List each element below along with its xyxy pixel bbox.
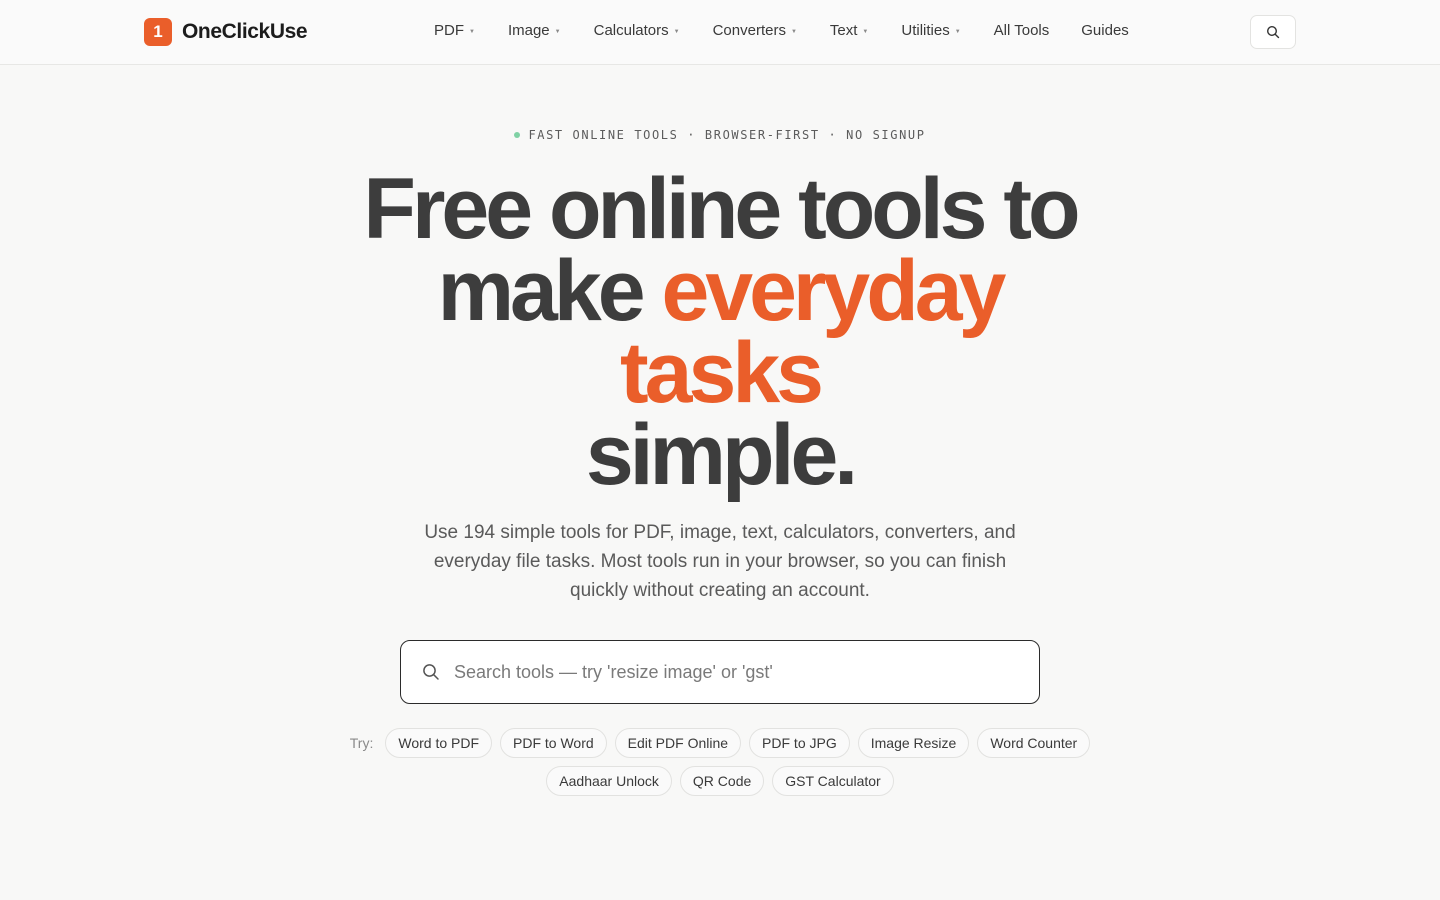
- chip-word-to-pdf[interactable]: Word to PDF: [385, 728, 493, 758]
- nav-item-utilities[interactable]: Utilities ▼: [901, 22, 960, 39]
- main-nav: PDF ▼ Image ▼ Calculators ▼ Converters ▼…: [434, 22, 1129, 39]
- nav-label: Text: [829, 22, 858, 39]
- nav-item-converters[interactable]: Converters ▼: [713, 22, 797, 39]
- brand-name: OneClickUse: [182, 20, 308, 43]
- hero-eyebrow: FAST ONLINE TOOLS · BROWSER-FIRST · NO S…: [0, 128, 1440, 142]
- nav-label: Utilities: [901, 22, 950, 39]
- chip-aadhaar-unlock[interactable]: Aadhaar Unlock: [546, 766, 672, 796]
- caret-down-icon: ▼: [554, 28, 561, 35]
- headline-line-3: tasks: [620, 325, 824, 421]
- header-search-button[interactable]: [1250, 15, 1296, 49]
- chip-edit-pdf-online[interactable]: Edit PDF Online: [614, 728, 742, 758]
- nav-item-image[interactable]: Image ▼: [508, 22, 561, 39]
- nav-label: Calculators: [593, 22, 669, 39]
- try-chips-row-1: Try: Word to PDF PDF to Word Edit PDF On…: [0, 728, 1440, 758]
- nav-item-all-tools[interactable]: All Tools: [994, 22, 1050, 39]
- caret-down-icon: ▼: [862, 28, 869, 35]
- chip-word-counter[interactable]: Word Counter: [977, 728, 1091, 758]
- chip-pdf-to-word[interactable]: PDF to Word: [500, 728, 607, 758]
- logo-mark: 1: [144, 18, 172, 46]
- try-chips-row-2: Aadhaar Unlock QR Code GST Calculator: [0, 766, 1440, 796]
- chip-image-resize[interactable]: Image Resize: [857, 728, 970, 758]
- try-label: Try:: [349, 735, 374, 751]
- nav-label: PDF: [434, 22, 464, 39]
- search-icon: [422, 663, 440, 681]
- headline-line-4: simple.: [585, 407, 858, 503]
- site-header: 1 OneClickUse PDF ▼ Image ▼ Calculators …: [0, 0, 1440, 65]
- nav-item-guides[interactable]: Guides: [1081, 22, 1129, 39]
- caret-down-icon: ▼: [790, 28, 797, 35]
- nav-item-pdf[interactable]: PDF ▼: [434, 22, 475, 39]
- caret-down-icon: ▼: [673, 28, 680, 35]
- tool-search-box[interactable]: [400, 640, 1040, 704]
- search-input[interactable]: [454, 661, 1014, 683]
- nav-label: Converters: [712, 22, 786, 39]
- eyebrow-text: FAST ONLINE TOOLS · BROWSER-FIRST · NO S…: [528, 128, 926, 142]
- nav-label: Image: [507, 22, 550, 39]
- chip-pdf-to-jpg[interactable]: PDF to JPG: [749, 728, 850, 758]
- caret-down-icon: ▼: [954, 28, 961, 35]
- hero-subtitle: Use 194 simple tools for PDF, image, tex…: [424, 522, 1016, 601]
- hero-headline: Free online tools to make everyday tasks…: [0, 161, 1440, 503]
- nav-label: Guides: [1081, 22, 1129, 39]
- headline-line-1: Free online tools to: [363, 161, 1080, 257]
- chip-qr-code[interactable]: QR Code: [679, 766, 765, 796]
- headline-line-2: make everyday: [0, 248, 1440, 334]
- caret-down-icon: ▼: [469, 28, 475, 35]
- nav-label: All Tools: [993, 22, 1050, 39]
- search-icon: [1266, 25, 1280, 39]
- chip-gst-calculator[interactable]: GST Calculator: [772, 766, 894, 796]
- nav-item-text[interactable]: Text ▼: [830, 22, 868, 39]
- nav-item-calculators[interactable]: Calculators ▼: [594, 22, 680, 39]
- status-dot: [514, 131, 521, 138]
- brand-logo[interactable]: 1 OneClickUse: [144, 18, 308, 46]
